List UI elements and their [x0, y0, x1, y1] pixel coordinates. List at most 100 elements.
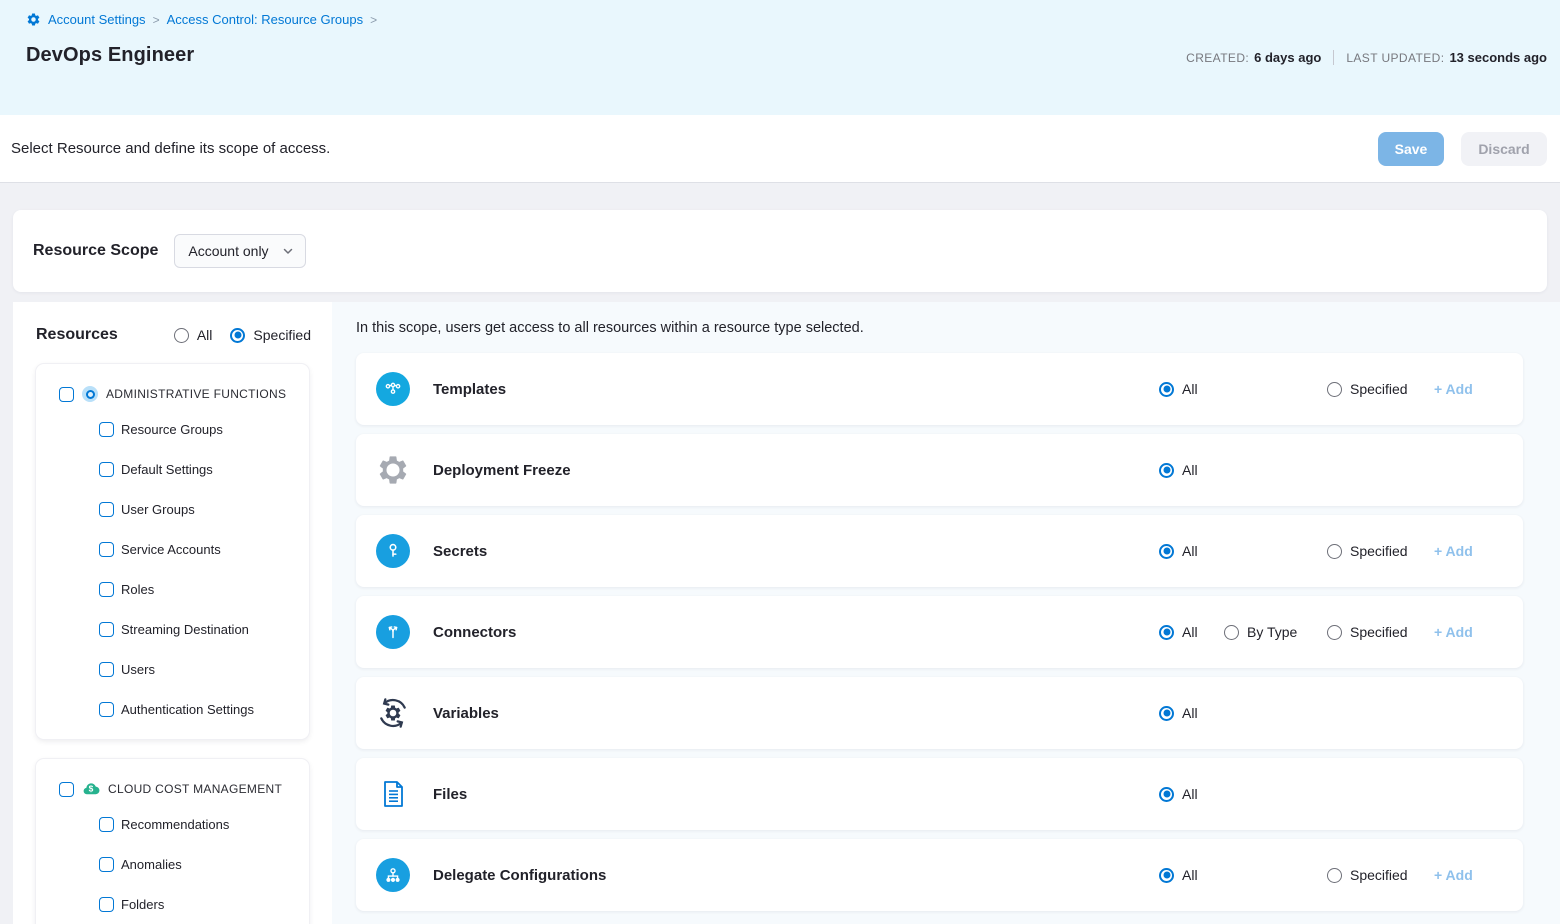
option-all-radio[interactable]: [1159, 625, 1174, 640]
resource-row: Secrets All Specified + Add: [356, 515, 1523, 587]
resource-row-label: Secrets: [433, 543, 487, 560]
option-specified-radio[interactable]: [1327, 868, 1342, 883]
checkbox-list-item[interactable]: Folders: [36, 884, 309, 924]
checkbox-list-item[interactable]: Resource Groups: [36, 409, 309, 449]
resources-all-radio[interactable]: [174, 328, 189, 343]
resource-row: Delegate Configurations AllSpecified+ Ad…: [356, 839, 1523, 911]
row-icon-host: [375, 372, 411, 406]
resources-all-option[interactable]: All: [174, 327, 213, 343]
checkbox-list-item[interactable]: Streaming Destination: [36, 609, 309, 649]
resource-row: Variables All: [356, 677, 1523, 749]
resource-row-label: Variables: [433, 705, 499, 722]
option-specified-label: Specified: [1350, 624, 1408, 640]
discard-button[interactable]: Discard: [1461, 132, 1547, 166]
resources-specified-label: Specified: [253, 327, 311, 343]
save-button[interactable]: Save: [1378, 132, 1444, 166]
item-checkbox[interactable]: [99, 582, 114, 597]
option-all-label: All: [1182, 543, 1198, 559]
scope-description: In this scope, users get access to all r…: [356, 320, 1560, 336]
checkbox-list-item[interactable]: Users: [36, 649, 309, 689]
row-icon-host: [375, 615, 411, 649]
header-meta: CREATED: 6 days ago LAST UPDATED: 13 sec…: [1186, 50, 1547, 67]
group-checkbox[interactable]: [59, 387, 74, 402]
option-all-radio[interactable]: [1159, 463, 1174, 478]
created-value: 6 days ago: [1254, 50, 1321, 65]
checkbox-item-label: Anomalies: [121, 857, 182, 872]
resource-row: Deployment Freeze All: [356, 434, 1523, 506]
row-icon-host: [375, 778, 411, 810]
option-all-radio[interactable]: [1159, 382, 1174, 397]
checkbox-list-item[interactable]: User Groups: [36, 489, 309, 529]
option-specified[interactable]: Specified: [1327, 543, 1408, 559]
item-checkbox[interactable]: [99, 542, 114, 557]
option-all[interactable]: All: [1159, 786, 1198, 802]
add-button[interactable]: + Add: [1434, 381, 1473, 397]
option-all-radio[interactable]: [1159, 706, 1174, 721]
checkbox-item-label: Users: [121, 662, 155, 677]
item-checkbox[interactable]: [99, 422, 114, 437]
resources-specified-radio[interactable]: [230, 328, 245, 343]
option-all-radio[interactable]: [1159, 787, 1174, 802]
toolbar-description: Select Resource and define its scope of …: [11, 140, 330, 157]
option-specified-radio[interactable]: [1327, 544, 1342, 559]
option-specified[interactable]: Specified: [1327, 867, 1408, 883]
checkbox-item-label: Recommendations: [121, 817, 229, 832]
checkbox-list-item[interactable]: Authentication Settings: [36, 689, 309, 729]
resource-scope-select[interactable]: Account only: [174, 234, 306, 268]
option-all[interactable]: All: [1159, 462, 1198, 478]
option-all-radio[interactable]: [1159, 544, 1174, 559]
resources-specified-option[interactable]: Specified: [230, 327, 311, 343]
option-all-label: All: [1182, 786, 1198, 802]
group-icon-host: [82, 386, 98, 402]
breadcrumb-account-settings[interactable]: Account Settings: [48, 12, 146, 27]
option-all[interactable]: All: [1159, 624, 1198, 640]
created-label: CREATED:: [1186, 51, 1249, 65]
checkbox-item-label: Folders: [121, 897, 164, 912]
templates-icon: [376, 372, 410, 406]
group-checkbox[interactable]: [59, 782, 74, 797]
resource-row-label: Files: [433, 786, 467, 803]
option-by-type-label: By Type: [1247, 624, 1297, 640]
page-header: Account Settings > Access Control: Resou…: [0, 0, 1560, 115]
admin-functions-icon: [82, 386, 98, 402]
breadcrumb-separator: >: [370, 13, 377, 27]
option-all-label: All: [1182, 867, 1198, 883]
item-checkbox[interactable]: [99, 662, 114, 677]
checkbox-list-item[interactable]: Service Accounts: [36, 529, 309, 569]
checkbox-list-item[interactable]: Recommendations: [36, 804, 309, 844]
option-by-type[interactable]: By Type: [1224, 624, 1297, 640]
item-checkbox[interactable]: [99, 462, 114, 477]
item-checkbox[interactable]: [99, 817, 114, 832]
sidebar-groups: ADMINISTRATIVE FUNCTIONS Resource Groups…: [13, 364, 332, 924]
checkbox-item-label: User Groups: [121, 502, 195, 517]
resource-row: Templates AllSpecified+ Add: [356, 353, 1523, 425]
option-by-type-radio[interactable]: [1224, 625, 1239, 640]
option-all-radio[interactable]: [1159, 868, 1174, 883]
option-specified-radio[interactable]: [1327, 625, 1342, 640]
add-button[interactable]: + Add: [1434, 624, 1473, 640]
checkbox-list-item[interactable]: Default Settings: [36, 449, 309, 489]
checkbox-list-item[interactable]: Anomalies: [36, 844, 309, 884]
connectors-icon: [376, 615, 410, 649]
option-specified-radio[interactable]: [1327, 382, 1342, 397]
group-items: Resource Groups Default Settings User Gr…: [36, 409, 309, 729]
item-checkbox[interactable]: [99, 702, 114, 717]
option-all[interactable]: All: [1159, 867, 1198, 883]
item-checkbox[interactable]: [99, 622, 114, 637]
delegate-configurations-icon: [376, 858, 410, 892]
add-button[interactable]: + Add: [1434, 543, 1473, 559]
add-button[interactable]: + Add: [1434, 867, 1473, 883]
option-all[interactable]: All: [1159, 543, 1198, 559]
option-all[interactable]: All: [1159, 381, 1198, 397]
breadcrumb-resource-groups[interactable]: Access Control: Resource Groups: [167, 12, 364, 27]
checkbox-list-item[interactable]: Roles: [36, 569, 309, 609]
page-title: DevOps Engineer: [26, 44, 194, 67]
option-all[interactable]: All: [1159, 705, 1198, 721]
option-all-label: All: [1182, 462, 1198, 478]
option-specified[interactable]: Specified: [1327, 624, 1408, 640]
breadcrumb-separator: >: [153, 13, 160, 27]
option-specified[interactable]: Specified: [1327, 381, 1408, 397]
item-checkbox[interactable]: [99, 502, 114, 517]
item-checkbox[interactable]: [99, 897, 114, 912]
item-checkbox[interactable]: [99, 857, 114, 872]
